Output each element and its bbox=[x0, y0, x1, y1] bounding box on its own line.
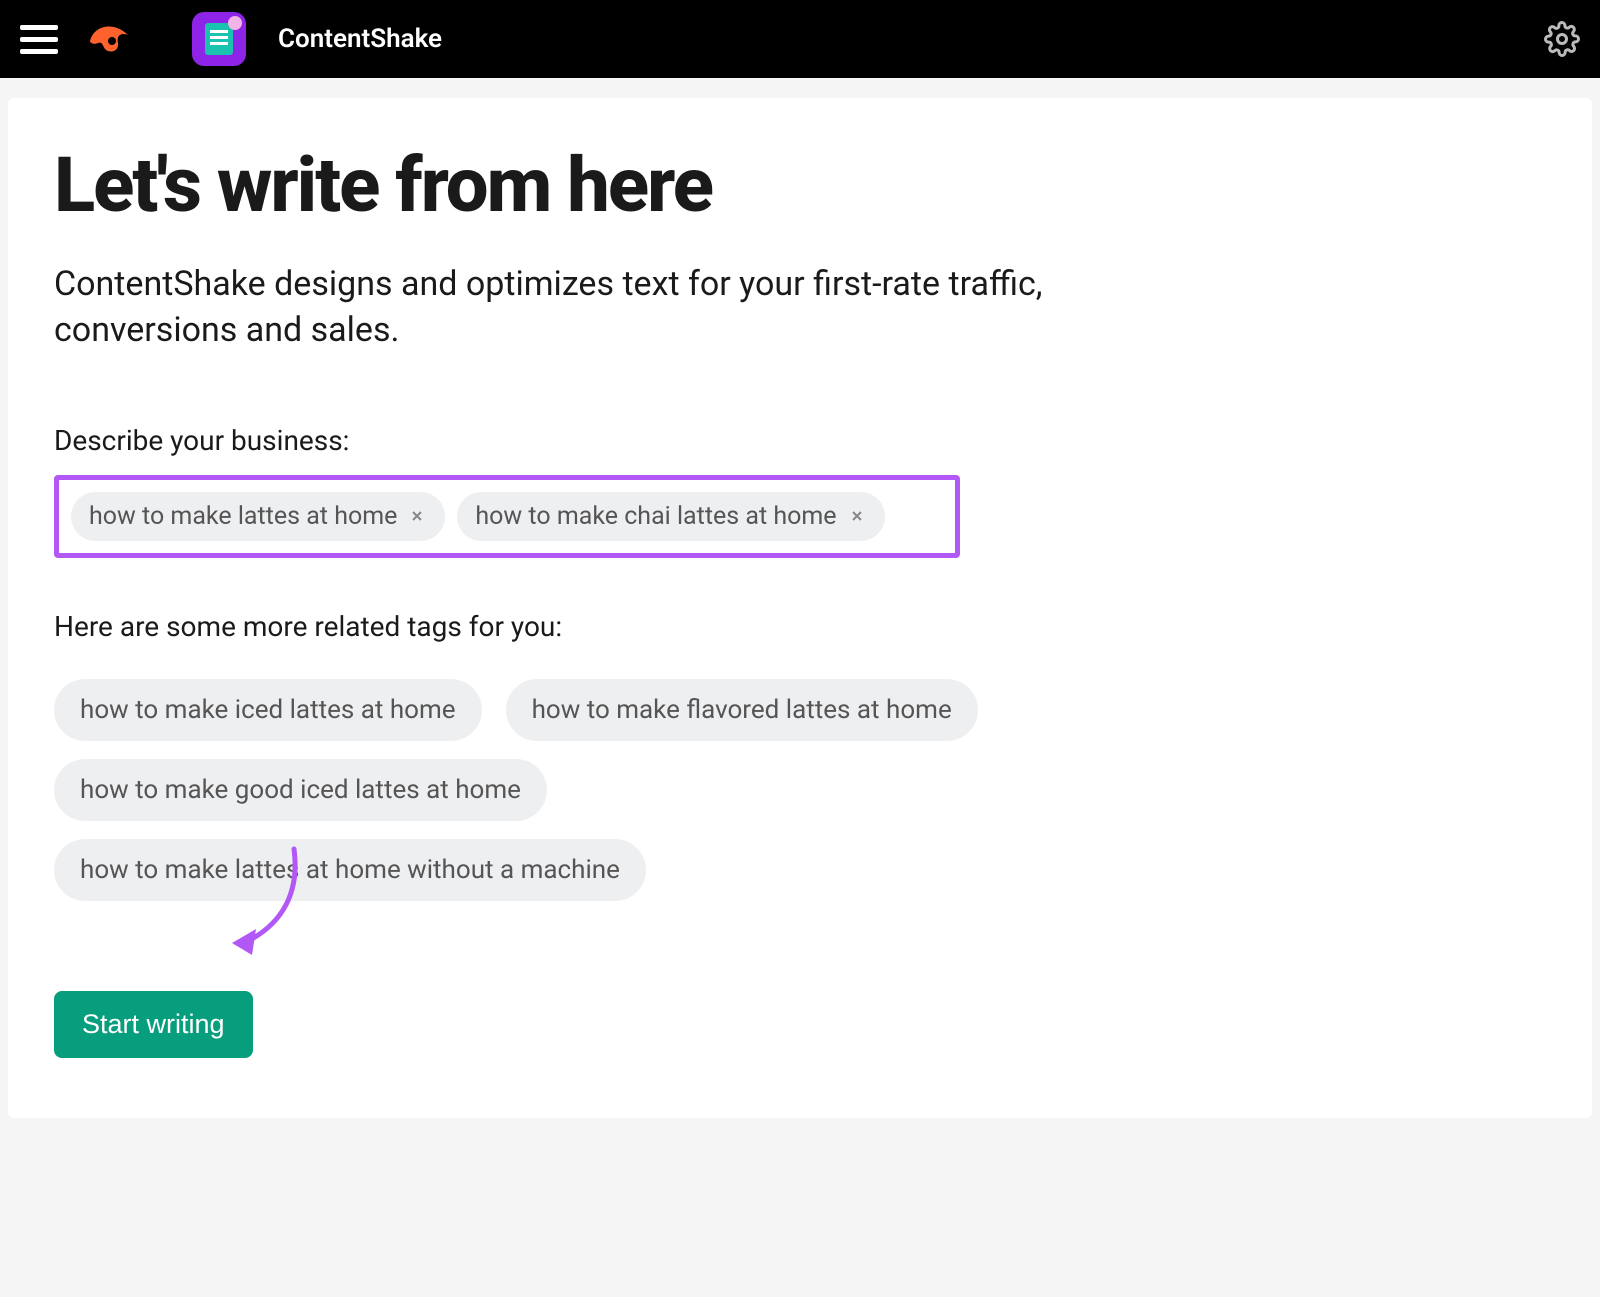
selected-tag-chip: how to make lattes at home bbox=[71, 492, 445, 541]
settings-icon[interactable] bbox=[1544, 21, 1580, 57]
menu-icon[interactable] bbox=[20, 17, 64, 61]
contentshake-app-icon[interactable] bbox=[192, 12, 246, 66]
main-card: Let's write from here ContentShake desig… bbox=[8, 98, 1592, 1118]
describe-label: Describe your business: bbox=[54, 424, 1546, 457]
tag-label: how to make chai lattes at home bbox=[475, 502, 836, 531]
selected-tag-chip: how to make chai lattes at home bbox=[457, 492, 884, 541]
app-title: ContentShake bbox=[278, 24, 442, 54]
suggested-tag-chip[interactable]: how to make flavored lattes at home bbox=[506, 679, 978, 741]
suggested-tags-container: how to make iced lattes at home how to ma… bbox=[54, 679, 1154, 901]
remove-tag-icon[interactable] bbox=[407, 506, 427, 526]
related-tags-label: Here are some more related tags for you: bbox=[54, 610, 1546, 643]
remove-tag-icon[interactable] bbox=[847, 506, 867, 526]
suggested-tag-chip[interactable]: how to make iced lattes at home bbox=[54, 679, 482, 741]
semrush-logo-icon[interactable] bbox=[84, 15, 132, 63]
top-bar: ContentShake bbox=[0, 0, 1600, 78]
tag-label: how to make lattes at home bbox=[89, 502, 397, 531]
page-subtitle: ContentShake designs and optimizes text … bbox=[54, 262, 1054, 354]
start-writing-button[interactable]: Start writing bbox=[54, 991, 253, 1058]
suggested-tag-chip[interactable]: how to make lattes at home without a mac… bbox=[54, 839, 646, 901]
suggested-tag-chip[interactable]: how to make good iced lattes at home bbox=[54, 759, 547, 821]
page-heading: Let's write from here bbox=[54, 146, 1546, 226]
business-tag-input[interactable]: how to make lattes at home how to make ch… bbox=[54, 475, 960, 558]
